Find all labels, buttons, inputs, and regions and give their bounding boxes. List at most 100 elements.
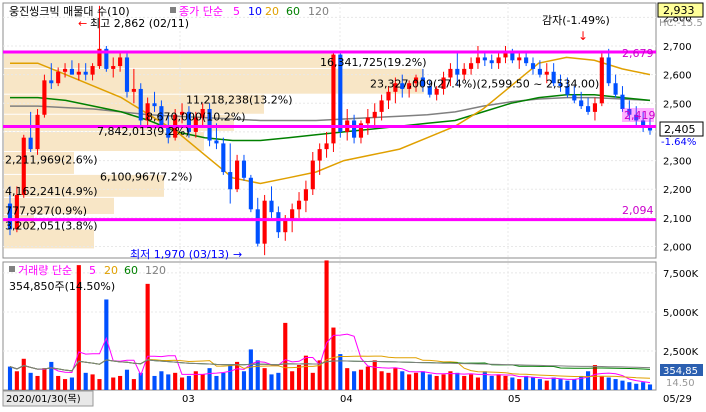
volume-bar [503,375,508,390]
candle-body [579,100,584,107]
current-volume-ratio: 14.50 [666,378,695,389]
volume-bar [83,372,88,390]
volume-bar [434,375,439,390]
volume-bar [345,368,350,390]
candle-body [262,200,267,244]
volume-bar [599,375,604,390]
candle-body [372,111,377,118]
candle-body [537,68,542,75]
volume-bar [475,377,481,390]
volume-bar [166,374,171,390]
volume-bar [613,379,618,390]
candle-body [228,172,233,190]
volume-bar [641,382,646,390]
volume-bar [489,375,494,390]
volume-bar [90,374,95,390]
volume-bar [124,369,130,390]
volume-bar [400,371,405,390]
price-change: -1.64% [661,137,696,148]
volume-bar [647,384,653,390]
candle-body [592,103,598,112]
volume-bar [441,374,446,390]
volume-bar [338,354,343,390]
volume-tick-label: 2,500K [663,347,699,358]
volume-bar [118,375,123,390]
volume-bar [448,371,453,390]
candle-body [152,103,157,107]
candle-body [386,91,391,101]
last-volume-label: 354,850주(14.50%) [9,280,115,293]
volume-bar [303,355,308,390]
candle-body [90,66,95,75]
candle-body [28,137,33,150]
ma-period-60: 60 [286,5,300,18]
volume-bar [255,360,260,390]
volume-bar [407,374,412,390]
candle-body [365,117,370,124]
candle-body [124,57,130,92]
upper-line-label: 2,679 [622,47,654,60]
profile-label: 8,670,000(10.2%) [146,110,246,123]
profile-label: 11,218,238(13.2%) [186,93,293,106]
lower-line-label: 2,094 [622,204,654,217]
volume-bar [462,375,467,390]
candle-body [524,57,529,64]
volume-bar [200,374,205,390]
candle-body [235,160,240,190]
ma-legend-swatch [170,7,176,13]
candle-body [214,140,219,144]
volume-bar [372,360,377,390]
volume-bar [620,380,625,390]
candle-body [544,71,549,75]
volume-bar [592,365,598,390]
top-value: 2,933 [663,4,695,17]
low-arrow-icon: → [233,248,242,261]
candle-body [613,83,618,95]
candle-body [248,177,253,210]
volume-bar [235,361,240,390]
volume-bar [544,380,549,390]
candle-body [283,220,288,233]
volume-bar [572,379,577,390]
candle-body [310,160,315,190]
volume-bar [310,372,315,390]
volume-bar [420,371,425,390]
candle-body [317,149,322,161]
volume-bar [241,371,247,390]
price-tick-label: 2,300 [663,157,692,168]
volume-bar [42,368,47,390]
volume-bar [69,377,74,390]
profile-label: 16,341,725(19.2%) [320,56,427,69]
volume-bar [152,375,157,390]
candle-body [69,68,74,75]
volume-bar [207,368,212,390]
volume-bar [558,379,563,390]
profile-label: 4,162,241(4.9%) [5,185,98,198]
current-volume: 354,85 [663,366,698,377]
candle-body [131,88,136,92]
profile-label: 3,202,051(3.8%) [5,219,98,232]
candle-body [296,200,302,210]
low-annotation: 최저 1,970 (03/13) [130,248,229,261]
candle-body [482,57,487,61]
volume-bar [365,366,370,390]
high-annotation: 최고 2,862 (02/11) [90,17,189,30]
price-tick-label: 2,000 [663,243,692,254]
volume-bar [14,371,19,390]
volume-bar [386,372,391,390]
volume-bar [262,368,267,390]
volume-bar [352,371,357,390]
candle-body [303,189,308,201]
candle-body [517,57,522,61]
ma-period-20: 20 [265,5,279,18]
stock-chart[interactable]: 16,341,725(19.2%) 23,327,009(27.4%)(2,599… [0,0,706,412]
profile-label: 2,211,969(2.6%) [5,153,98,166]
candle-body [462,68,467,75]
volume-bar [537,379,542,390]
price-tick-label: 2,600 [663,71,692,82]
volume-legend-swatch [9,266,15,272]
volume-bar [524,375,529,390]
candle-body [255,209,260,244]
volume-bar [269,374,274,390]
volume-bar [551,377,556,390]
